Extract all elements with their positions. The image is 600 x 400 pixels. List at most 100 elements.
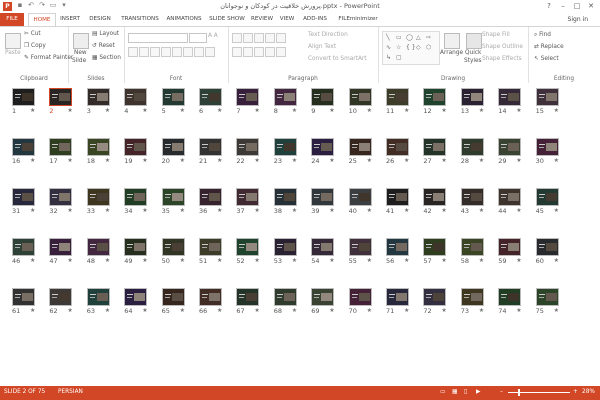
justify-icon[interactable] — [265, 47, 275, 57]
minimize-icon[interactable]: – — [556, 0, 570, 12]
tab-design[interactable]: DESIGN — [86, 13, 114, 26]
transition-star-icon[interactable]: ★ — [554, 307, 559, 314]
transition-star-icon[interactable]: ★ — [479, 107, 484, 114]
transition-star-icon[interactable]: ★ — [142, 157, 147, 164]
slide-thumbnail[interactable] — [386, 188, 409, 206]
slide-thumbnail[interactable] — [124, 238, 148, 256]
slide-thumbnail[interactable] — [535, 188, 559, 206]
increase-indent-icon[interactable] — [265, 33, 275, 43]
transition-star-icon[interactable]: ★ — [30, 257, 35, 264]
slide-thumbnail[interactable] — [236, 188, 260, 206]
tab-add-ins[interactable]: ADD-INS — [300, 13, 330, 26]
transition-star-icon[interactable]: ★ — [30, 157, 35, 164]
decrease-indent-icon[interactable] — [254, 33, 264, 43]
quick-styles-button[interactable]: Quick — [465, 50, 481, 56]
bold-icon[interactable] — [128, 47, 138, 57]
slide-sorter-view-icon[interactable]: ▦ — [452, 389, 457, 395]
slide-thumbnail[interactable] — [273, 88, 297, 106]
transition-star-icon[interactable]: ★ — [329, 257, 334, 264]
slide-thumbnail[interactable] — [199, 138, 222, 156]
slide-thumbnail[interactable] — [86, 238, 110, 256]
slide-thumbnail[interactable] — [86, 288, 110, 306]
align-left-icon[interactable] — [232, 47, 242, 57]
slide-thumbnail[interactable] — [236, 288, 260, 306]
slide-thumbnail[interactable] — [12, 138, 35, 156]
transition-star-icon[interactable]: ★ — [367, 107, 372, 114]
slide-thumbnail[interactable] — [498, 238, 522, 256]
arrange-icon[interactable] — [444, 33, 460, 49]
transition-star-icon[interactable]: ★ — [30, 107, 35, 114]
transition-star-icon[interactable]: ★ — [254, 157, 259, 164]
slide-thumbnail[interactable] — [86, 88, 110, 106]
transition-star-icon[interactable]: ★ — [142, 207, 147, 214]
slide-thumbnail[interactable] — [273, 188, 297, 206]
slide-thumbnail[interactable] — [199, 238, 222, 256]
shape-outline-button[interactable]: Shape Outline — [482, 44, 523, 50]
text-direction-button[interactable]: Text Direction — [308, 32, 348, 38]
transition-star-icon[interactable]: ★ — [180, 307, 185, 314]
slide-thumbnail[interactable] — [386, 138, 409, 156]
tab-home[interactable]: HOME — [28, 13, 56, 27]
arrow-shape-icon[interactable]: ⇨ — [426, 34, 431, 41]
transition-star-icon[interactable]: ★ — [292, 157, 297, 164]
format-painter-button[interactable]: ✎ Format Painter — [24, 55, 73, 61]
transition-star-icon[interactable]: ★ — [142, 107, 147, 114]
find-button[interactable]: ⌕ Find — [534, 32, 551, 39]
italic-icon[interactable] — [139, 47, 149, 57]
slide-thumbnail[interactable] — [124, 288, 148, 306]
transition-star-icon[interactable]: ★ — [329, 107, 334, 114]
slide-thumbnail[interactable] — [311, 238, 335, 256]
reading-view-icon[interactable]: ▯ — [464, 389, 467, 395]
tab-review[interactable]: REVIEW — [249, 13, 275, 26]
transition-star-icon[interactable]: ★ — [30, 307, 35, 314]
new-slide-button[interactable]: New — [74, 50, 87, 56]
shapes-gallery[interactable]: ╲ ▭ ◯ △ ⇨ ∿ ☆ { } ◇ ⬡ ↳ ▢ — [382, 31, 440, 65]
slide-thumbnail[interactable] — [423, 238, 447, 256]
oval-shape-icon[interactable]: ◯ — [406, 34, 413, 41]
numbering-icon[interactable] — [243, 33, 253, 43]
new-slide-icon[interactable] — [73, 33, 89, 49]
change-case-icon[interactable] — [194, 47, 204, 57]
transition-star-icon[interactable]: ★ — [367, 157, 372, 164]
char-spacing-icon[interactable] — [183, 47, 193, 57]
tab-transitions[interactable]: TRANSITIONS — [118, 13, 162, 26]
slide-thumbnail[interactable] — [311, 188, 335, 206]
close-icon[interactable]: ✕ — [584, 0, 598, 12]
transition-star-icon[interactable]: ★ — [180, 107, 185, 114]
convert-smartart-button[interactable]: Convert to SmartArt — [308, 56, 367, 62]
brace-shape-icon[interactable]: { } — [406, 44, 416, 51]
slide-thumbnail[interactable] — [423, 88, 447, 106]
transition-star-icon[interactable]: ★ — [67, 107, 72, 114]
slide-thumbnail[interactable] — [49, 288, 73, 306]
cut-button[interactable]: ✂ Cut — [24, 31, 41, 37]
transition-star-icon[interactable]: ★ — [254, 107, 259, 114]
transition-star-icon[interactable]: ★ — [404, 257, 409, 264]
triangle-shape-icon[interactable]: △ — [416, 34, 421, 41]
hexagon-shape-icon[interactable]: ⬡ — [426, 44, 431, 51]
strikethrough-icon[interactable] — [172, 47, 182, 57]
transition-star-icon[interactable]: ★ — [367, 307, 372, 314]
slide-thumbnail[interactable] — [124, 88, 148, 106]
transition-star-icon[interactable]: ★ — [441, 157, 446, 164]
transition-star-icon[interactable]: ★ — [441, 307, 446, 314]
slide-thumbnail[interactable] — [199, 288, 222, 306]
transition-star-icon[interactable]: ★ — [441, 207, 446, 214]
shape-fill-button[interactable]: Shape Fill — [482, 32, 510, 38]
transition-star-icon[interactable]: ★ — [554, 157, 559, 164]
transition-star-icon[interactable]: ★ — [105, 207, 110, 214]
slide-thumbnail[interactable] — [386, 288, 409, 306]
transition-star-icon[interactable]: ★ — [105, 107, 110, 114]
help-icon[interactable]: ? — [542, 0, 556, 12]
zoom-slider-thumb[interactable] — [518, 389, 520, 396]
reset-button[interactable]: ↺ Reset — [92, 43, 115, 49]
select-button[interactable]: ↖ Select — [534, 56, 559, 62]
quick-styles-button-line2[interactable]: Styles — [464, 58, 482, 64]
tab-slide-show[interactable]: SLIDE SHOW — [207, 13, 247, 26]
slide-thumbnail[interactable] — [12, 288, 35, 306]
transition-star-icon[interactable]: ★ — [67, 307, 72, 314]
slide-thumbnail[interactable] — [236, 238, 260, 256]
transition-star-icon[interactable]: ★ — [180, 157, 185, 164]
align-center-icon[interactable] — [243, 47, 253, 57]
normal-view-icon[interactable]: ▭ — [440, 389, 445, 395]
transition-star-icon[interactable]: ★ — [516, 307, 521, 314]
